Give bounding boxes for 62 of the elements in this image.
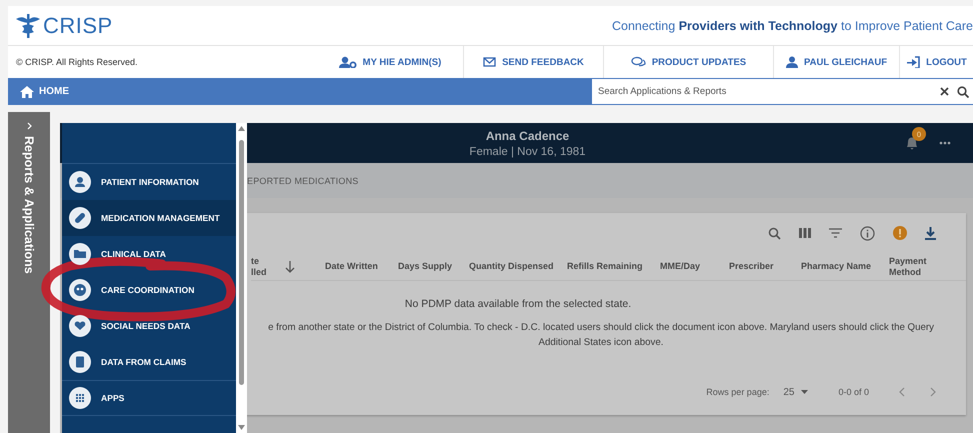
- search-bar[interactable]: Search Applications & Reports: [592, 79, 973, 104]
- columns-icon[interactable]: [799, 228, 811, 238]
- tagline: Connecting Providers with Technology to Improve Patient Care: [612, 18, 973, 32]
- menu-item[interactable]: CARE COORDINATION: [62, 272, 236, 308]
- column-header[interactable]: te lled: [251, 256, 271, 278]
- grid-icon: [69, 387, 91, 409]
- chevron-right-icon: [26, 122, 32, 130]
- menu-item[interactable]: CLINICAL DATA: [62, 236, 236, 272]
- clipboard-icon: [69, 351, 91, 373]
- info-icon[interactable]: [860, 226, 875, 240]
- logout-icon: [906, 56, 920, 68]
- column-header[interactable]: Pharmacy Name: [801, 261, 889, 272]
- scroll-up-icon[interactable]: [238, 126, 245, 131]
- menu-item[interactable]: SOCIAL NEEDS DATA: [62, 308, 236, 344]
- rows-per-page-label: Rows per page:: [706, 387, 770, 397]
- column-header[interactable]: Days Supply: [398, 261, 469, 272]
- logo-text: CRISP: [43, 12, 113, 38]
- download-icon[interactable]: [925, 226, 936, 240]
- chat-icon: [630, 56, 646, 68]
- patient-details: Female | Nov 16, 1981: [469, 146, 586, 158]
- search-icon[interactable]: [768, 226, 781, 240]
- column-header[interactable]: Refills Remaining: [567, 261, 660, 272]
- search-icon[interactable]: [957, 86, 969, 98]
- scroll-thumb[interactable]: [239, 140, 244, 385]
- patient-name: Anna Cadence: [486, 128, 570, 142]
- empty-message: No PDMP data available from the selected state.: [404, 298, 632, 310]
- envelope-icon: [483, 56, 496, 68]
- column-header[interactable]: MME/Day: [660, 261, 729, 272]
- menu-item[interactable]: PATIENT INFORMATION: [62, 164, 236, 200]
- house-icon: [20, 86, 34, 98]
- copyright-text: © CRISP. All Rights Reserved.: [15, 57, 139, 67]
- bell-icon[interactable]: [905, 135, 919, 151]
- column-header[interactable]: Date Written: [325, 261, 398, 272]
- person-icon: [786, 56, 798, 68]
- column-header[interactable]: Prescriber: [729, 261, 801, 272]
- folder-icon: [69, 243, 91, 265]
- info-note: e from another state or the District of Columbia. To check - D.C. located users should click the document icon above. Maryland users should click the Query Additional States icon above.: [267, 321, 935, 350]
- clear-icon[interactable]: [940, 87, 949, 96]
- side-panel-label: Reports & Applications: [22, 136, 36, 274]
- tab-label[interactable]: EPORTED MEDICATIONS: [247, 176, 358, 186]
- filter-icon[interactable]: [829, 228, 842, 238]
- menu-item[interactable]: MEDICATION MANAGEMENT: [62, 200, 236, 236]
- search-field[interactable]: Search Applications & Reports: [596, 85, 932, 98]
- nav-link[interactable]: MY HIE ADMIN(S): [317, 46, 463, 78]
- face-icon: [69, 279, 91, 301]
- caret-icon: [801, 390, 808, 394]
- page-range: 0-0 of 0: [838, 387, 869, 397]
- column-header[interactable]: Quantity Dispensed: [469, 261, 567, 272]
- rows-per-page-select[interactable]: 25: [783, 386, 808, 398]
- side-panel-tab[interactable]: Reports & Applications: [8, 112, 50, 433]
- person-icon: [69, 171, 91, 193]
- more-icon[interactable]: [939, 141, 951, 145]
- emblem-icon: [14, 12, 42, 38]
- alert-icon[interactable]: [893, 226, 907, 240]
- scrollbar[interactable]: [236, 123, 247, 433]
- column-header[interactable]: Payment Method: [889, 256, 949, 278]
- menu-item[interactable]: DATA FROM CLAIMS: [62, 344, 236, 380]
- sort-arrow-icon[interactable]: [285, 260, 295, 272]
- home-link[interactable]: HOME: [8, 84, 75, 98]
- menu-item[interactable]: APPS: [62, 380, 236, 416]
- scroll-down-icon[interactable]: [238, 425, 245, 430]
- pill-icon: [69, 207, 91, 229]
